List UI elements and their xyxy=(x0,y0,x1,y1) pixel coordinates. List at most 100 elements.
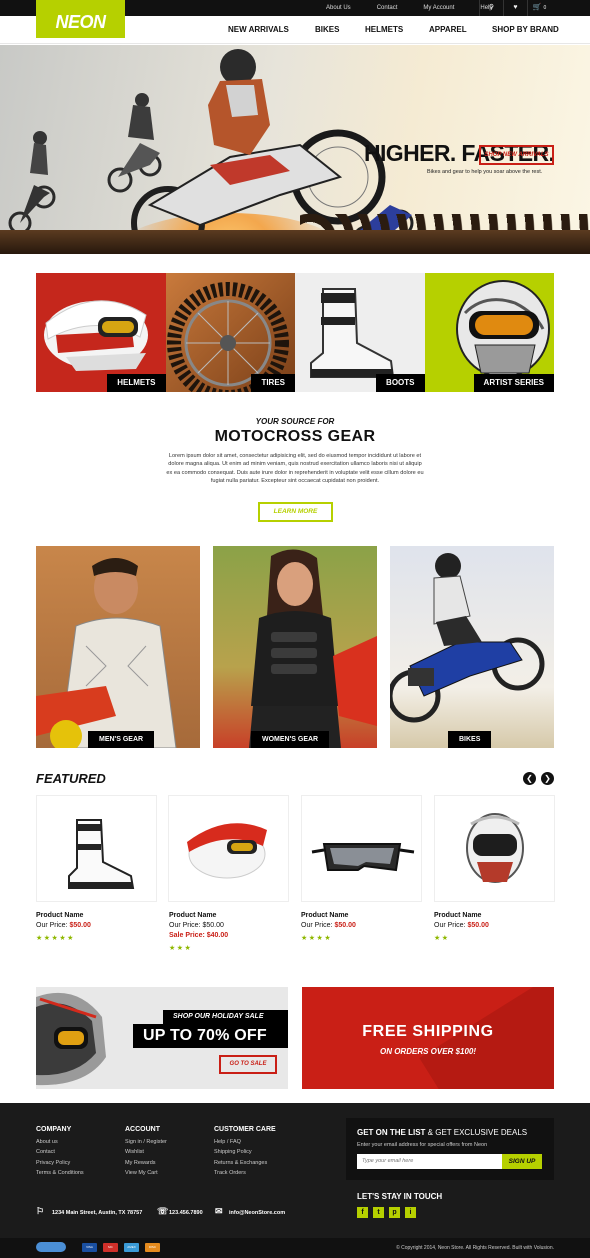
featured-title: FEATURED xyxy=(36,771,106,786)
footer-link[interactable]: Sign in / Register xyxy=(125,1137,167,1147)
hero-banner: HIGHER. FASTER. Bikes and gear to help y… xyxy=(0,45,590,254)
newsletter-title-rest: & GET EXCLUSIVE DEALS xyxy=(425,1128,528,1137)
gear-tile-mens[interactable]: MEN'S GEAR xyxy=(36,546,200,748)
go-to-sale-button[interactable]: GO TO SALE xyxy=(219,1055,277,1074)
price-value: $50.00 xyxy=(334,922,356,929)
about-us-link[interactable]: About Us xyxy=(326,0,351,16)
product-info-4: Product Name Our Price: $50.00 ★★ xyxy=(434,911,489,944)
product-info-2: Product Name Our Price: $50.00 Sale Pric… xyxy=(169,911,228,954)
footer-account-title: ACCOUNT xyxy=(125,1126,160,1133)
hero-subtitle: Bikes and gear to help you soar above th… xyxy=(427,169,543,175)
nav-helmets[interactable]: HELMETS xyxy=(365,25,403,34)
footer-link[interactable]: View My Cart xyxy=(125,1168,167,1178)
facebook-icon[interactable]: f xyxy=(357,1207,368,1218)
nav-shop-by-brand[interactable]: SHOP BY BRAND xyxy=(492,25,559,34)
holiday-line2: UP TO 70% OFF xyxy=(133,1024,288,1048)
free-shipping-banner[interactable]: FREE SHIPPING ON ORDERS OVER $100! xyxy=(302,987,554,1089)
learn-more-button[interactable]: LEARN MORE xyxy=(258,502,333,522)
product-name[interactable]: Product Name xyxy=(36,911,91,921)
shipping-title: FREE SHIPPING xyxy=(362,1023,494,1040)
footer-link[interactable]: Privacy Policy xyxy=(36,1158,84,1168)
nav-apparel[interactable]: APPAREL xyxy=(429,25,467,34)
footer-link[interactable]: About us xyxy=(36,1137,84,1147)
address-text: 1234 Main Street, Austin, TX 78757 xyxy=(52,1210,143,1216)
gear-tile-womens[interactable]: WOMEN'S GEAR xyxy=(213,546,377,748)
boot-product-image xyxy=(68,819,135,889)
phone-icon: ☏ xyxy=(157,1206,169,1216)
footer-link[interactable]: Wishlist xyxy=(125,1147,167,1157)
top-icons: ⚲ ♥ 🛒 0 xyxy=(479,0,551,16)
pinterest-icon[interactable]: p xyxy=(389,1207,400,1218)
footer-link[interactable]: Returns & Exchanges xyxy=(214,1158,276,1168)
shop-new-arrivals-button[interactable]: SHOP NEW ARRIVALS xyxy=(479,145,554,165)
mastercard-icon: MC xyxy=(103,1243,118,1252)
newsletter-title: GET ON THE LIST & GET EXCLUSIVE DEALS xyxy=(357,1128,527,1137)
search-icon[interactable]: ⚲ xyxy=(479,0,503,16)
footer-company: COMPANY About us Contact Privacy Policy … xyxy=(36,1126,84,1178)
phone-text: 123.456.7890 xyxy=(169,1210,203,1216)
carousel-prev-icon[interactable]: ❮ xyxy=(523,772,536,785)
holiday-helmet-image xyxy=(36,992,106,1086)
bikes-image xyxy=(390,553,545,723)
product-card-1[interactable] xyxy=(36,795,157,902)
email-input[interactable] xyxy=(357,1154,502,1169)
cart-icon[interactable]: 🛒 0 xyxy=(527,0,551,16)
category-tile-boots[interactable]: BOOTS xyxy=(295,273,425,392)
footer-link[interactable]: Track Orders xyxy=(214,1168,276,1178)
price-value: $50.00 xyxy=(69,922,91,929)
rating-stars: ★★★★ xyxy=(301,935,333,942)
mail-icon: ✉ xyxy=(215,1206,223,1216)
contact-link[interactable]: Contact xyxy=(377,0,398,16)
instagram-icon[interactable]: i xyxy=(405,1207,416,1218)
hero-ground xyxy=(0,230,590,254)
intro-section: YOUR SOURCE FOR MOTOCROSS GEAR Lorem ips… xyxy=(0,417,590,486)
my-account-link[interactable]: My Account xyxy=(423,0,454,16)
newsletter-title-bold: GET ON THE LIST xyxy=(357,1128,426,1137)
price-label: Our Price: xyxy=(301,922,333,929)
nav-bikes[interactable]: BIKES xyxy=(315,25,339,34)
category-label-boots: BOOTS xyxy=(376,374,425,392)
full-helmet-product-image xyxy=(466,813,524,883)
footer-link[interactable]: Terms & Conditions xyxy=(36,1168,84,1178)
footer-company-title: COMPANY xyxy=(36,1126,72,1133)
category-label-tires: TIRES xyxy=(251,374,295,392)
twitter-icon[interactable]: t xyxy=(373,1207,384,1218)
heart-icon[interactable]: ♥ xyxy=(503,0,527,16)
nav-new-arrivals[interactable]: NEW ARRIVALS xyxy=(228,25,289,34)
holiday-line1: SHOP OUR HOLIDAY SALE xyxy=(163,1010,288,1024)
price-label: Our Price: xyxy=(434,922,466,929)
product-name[interactable]: Product Name xyxy=(301,911,356,921)
product-card-2[interactable] xyxy=(168,795,289,902)
footer-link[interactable]: Contact xyxy=(36,1147,84,1157)
category-tile-artist-series[interactable]: ARTIST SERIES xyxy=(424,273,554,392)
sign-up-button[interactable]: SIGN UP xyxy=(502,1154,542,1169)
product-name[interactable]: Product Name xyxy=(169,911,228,921)
product-price: Our Price: $50.00 xyxy=(36,921,91,931)
category-tile-helmets[interactable]: HELMETS xyxy=(36,273,166,392)
footer-link[interactable]: Help / FAQ xyxy=(214,1137,276,1147)
stay-in-touch-title: LET'S STAY IN TOUCH xyxy=(357,1192,443,1201)
carousel-next-icon[interactable]: ❯ xyxy=(541,772,554,785)
footer-care-title: CUSTOMER CARE xyxy=(214,1126,276,1133)
product-info-1: Product Name Our Price: $50.00 ★★★★★ xyxy=(36,911,91,944)
product-price: Our Price: $50.00 xyxy=(169,921,228,931)
product-info-3: Product Name Our Price: $50.00 ★★★★ xyxy=(301,911,356,944)
category-tiles: HELMETS TIRES BOOTS ARTIST SERIES xyxy=(36,273,554,392)
product-card-3[interactable] xyxy=(301,795,422,902)
product-card-4[interactable] xyxy=(434,795,555,902)
footer-link[interactable]: Shipping Policy xyxy=(214,1147,276,1157)
product-name[interactable]: Product Name xyxy=(434,911,489,921)
email-link[interactable]: info@NeonStore.com xyxy=(229,1210,285,1216)
holiday-sale-banner[interactable]: SHOP OUR HOLIDAY SALE UP TO 70% OFF GO T… xyxy=(36,987,288,1089)
discover-card-icon: DISC xyxy=(145,1243,160,1252)
helmet-product-image xyxy=(187,823,267,879)
category-label-artist-series: ARTIST SERIES xyxy=(473,374,554,392)
goggles-product-image xyxy=(311,843,415,872)
gear-tile-bikes[interactable]: BIKES xyxy=(390,546,554,748)
gear-label-mens: MEN'S GEAR xyxy=(88,731,155,748)
womens-gear-image xyxy=(249,549,377,748)
footer-link[interactable]: My Rewards xyxy=(125,1158,167,1168)
category-tile-tires[interactable]: TIRES xyxy=(165,273,295,392)
rating-stars: ★★ xyxy=(434,935,450,942)
footer-customer-care: CUSTOMER CARE Help / FAQ Shipping Policy… xyxy=(214,1126,276,1178)
